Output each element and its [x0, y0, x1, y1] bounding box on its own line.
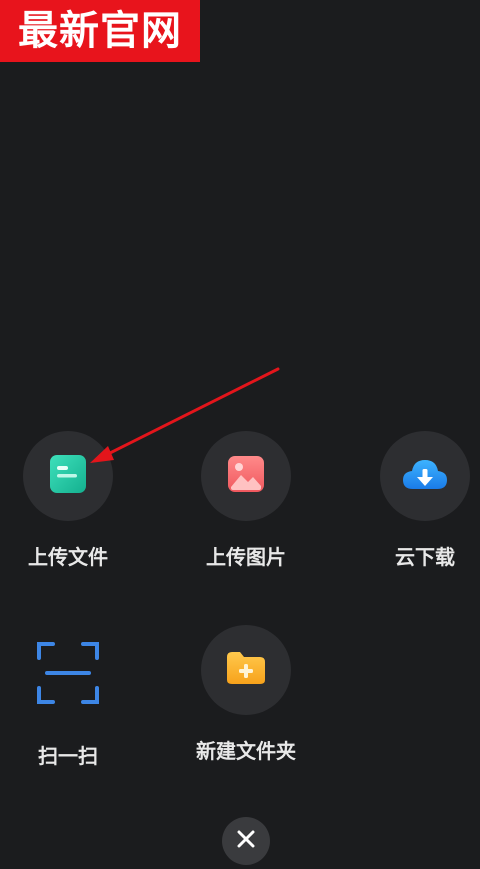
new-folder-icon-circle [201, 625, 291, 715]
upload-image-label: 上传图片 [206, 545, 286, 569]
upload-image-button[interactable]: 上传图片 [166, 431, 326, 570]
upload-file-icon-circle [23, 431, 113, 521]
new-folder-icon [225, 650, 267, 690]
new-folder-label: 新建文件夹 [196, 739, 296, 763]
cloud-download-button[interactable]: 云下载 [345, 431, 480, 570]
scan-button[interactable]: 扫一扫 [0, 630, 148, 769]
close-icon [236, 829, 256, 853]
image-icon [227, 455, 265, 497]
cloud-download-icon [401, 455, 449, 497]
cloud-download-label: 云下载 [395, 545, 455, 569]
scan-icon-box [23, 630, 113, 720]
watermark-banner: 最新官网 [0, 0, 200, 62]
upload-file-button[interactable]: 上传文件 [0, 431, 148, 570]
upload-file-label: 上传文件 [28, 545, 108, 569]
new-folder-button[interactable]: 新建文件夹 [166, 625, 326, 764]
document-icon [49, 454, 87, 498]
cloud-download-icon-circle [380, 431, 470, 521]
scan-icon [37, 642, 99, 708]
scan-label: 扫一扫 [38, 744, 98, 768]
close-button[interactable] [222, 817, 270, 865]
upload-image-icon-circle [201, 431, 291, 521]
